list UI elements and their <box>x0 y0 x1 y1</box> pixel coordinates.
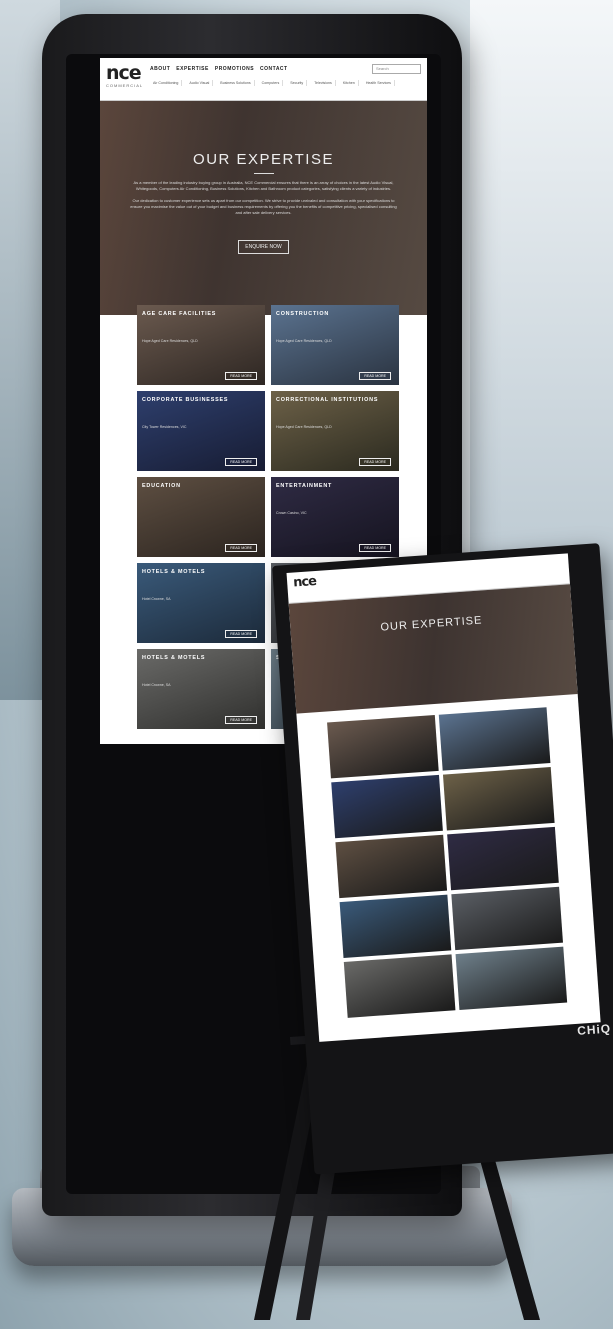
nav-sub-item[interactable]: Health Services <box>363 80 395 86</box>
nav-expertise[interactable]: EXPERTISE <box>176 66 209 72</box>
small-logo: nce <box>293 574 317 591</box>
nav-about[interactable]: ABOUT <box>150 66 170 72</box>
tile-subtitle: Crown Casino, VIC <box>276 511 307 515</box>
tile-title: CONSTRUCTION <box>276 311 330 317</box>
tile-subtitle: Hotel Crowne, SA <box>142 683 171 687</box>
tile-subtitle: Hope Aged Care Residences, QLD <box>142 339 198 343</box>
hero-text: Our dedication to customer experience se… <box>130 198 397 215</box>
tile-subtitle: Hope Aged Care Residences, QLD <box>276 425 332 429</box>
hero-title: OUR EXPERTISE <box>193 151 334 168</box>
logo-text: nce <box>106 62 142 84</box>
nav-sub: Air Conditioning Audio Visual Business S… <box>150 80 395 86</box>
hero-banner: OUR EXPERTISE As a member of the leading… <box>100 101 427 315</box>
read-more-button[interactable]: READ MORE <box>225 458 257 466</box>
tile-subtitle: Hotel Crowne, SA <box>142 597 171 601</box>
read-more-button[interactable]: READ MORE <box>359 458 391 466</box>
site-nav: nce COMMERCIAL ABOUT EXPERTISE PROMOTION… <box>100 58 427 101</box>
small-tile <box>438 707 551 771</box>
nav-sub-item[interactable]: Air Conditioning <box>150 80 183 86</box>
nav-contact[interactable]: CONTACT <box>260 66 288 72</box>
small-tile <box>451 886 563 951</box>
bg-panel <box>470 0 613 620</box>
read-more-button[interactable]: READ MORE <box>225 630 257 638</box>
read-more-button[interactable]: READ MORE <box>225 372 257 380</box>
chiq-logo: CHiQ <box>576 1021 612 1038</box>
expertise-tile[interactable]: HOTELS & MOTELS Hotel Crowne, SA READ MORE <box>137 649 265 729</box>
nav-sub-item[interactable]: Kitchen <box>340 80 359 86</box>
tile-subtitle: City Tower Residences, VIC <box>142 425 187 429</box>
hero-text: As a member of the leading industry buyi… <box>133 180 394 191</box>
small-tile <box>331 774 443 839</box>
tile-title: ENTERTAINMENT <box>276 483 333 489</box>
small-webpage: nce OUR EXPERTISE <box>286 553 601 1042</box>
site-logo[interactable]: nce <box>106 62 142 84</box>
small-tile <box>343 954 456 1018</box>
enquire-button[interactable]: ENQUIRE NOW <box>238 240 289 254</box>
nav-sub-item[interactable]: Computers <box>259 80 284 86</box>
nav-sub-item[interactable]: Televisions <box>311 80 336 86</box>
read-more-button[interactable]: READ MORE <box>225 716 257 724</box>
nav-sub-item[interactable]: Business Solutions <box>217 80 255 86</box>
scene: nce COMMERCIAL ABOUT EXPERTISE PROMOTION… <box>0 0 613 1329</box>
small-tile <box>455 946 568 1011</box>
tile-subtitle: Hope Aged Care Residences, QLD <box>276 339 332 343</box>
expertise-tile[interactable]: ENTERTAINMENT Crown Casino, VIC READ MORE <box>271 477 399 557</box>
small-tile <box>447 826 559 891</box>
small-tile <box>335 834 448 899</box>
expertise-tile[interactable]: AGE CARE FACILITIES Hope Aged Care Reside… <box>137 305 265 385</box>
tile-title: EDUCATION <box>142 483 181 489</box>
logo-text: nce <box>292 573 317 591</box>
nav-main: ABOUT EXPERTISE PROMOTIONS CONTACT <box>150 66 288 72</box>
expertise-tile[interactable]: CONSTRUCTION Hope Aged Care Residences, Q… <box>271 305 399 385</box>
logo-sub: COMMERCIAL <box>106 83 144 88</box>
tile-title: HOTELS & MOTELS <box>142 655 206 661</box>
small-tile <box>339 894 452 958</box>
hero-divider <box>253 173 274 174</box>
read-more-button[interactable]: READ MORE <box>359 544 391 552</box>
tile-title: CORRECTIONAL INSTITUTIONS <box>276 397 379 403</box>
small-tile <box>442 767 555 831</box>
small-tile <box>327 715 439 779</box>
small-hero: OUR EXPERTISE <box>288 584 578 714</box>
expertise-tile[interactable]: HOTELS & MOTELS Hotel Crowne, SA READ MORE <box>137 563 265 643</box>
expertise-tile[interactable]: CORPORATE BUSINESSES City Tower Residence… <box>137 391 265 471</box>
search-input[interactable]: Search <box>372 64 421 74</box>
small-grid <box>327 707 568 1018</box>
read-more-button[interactable]: READ MORE <box>359 372 391 380</box>
nav-promotions[interactable]: PROMOTIONS <box>215 66 254 72</box>
expertise-tile[interactable]: EDUCATION READ MORE <box>137 477 265 557</box>
tile-title: HOTELS & MOTELS <box>142 569 206 575</box>
nav-sub-item[interactable]: Audio Visual <box>186 80 214 86</box>
tile-title: CORPORATE BUSINESSES <box>142 397 229 403</box>
aframe-display: nce OUR EXPERTISE CHiQ <box>272 543 613 1175</box>
read-more-button[interactable]: READ MORE <box>225 544 257 552</box>
tile-title: AGE CARE FACILITIES <box>142 311 217 317</box>
nav-sub-item[interactable]: Security <box>287 80 308 86</box>
expertise-tile[interactable]: CORRECTIONAL INSTITUTIONS Hope Aged Care … <box>271 391 399 471</box>
